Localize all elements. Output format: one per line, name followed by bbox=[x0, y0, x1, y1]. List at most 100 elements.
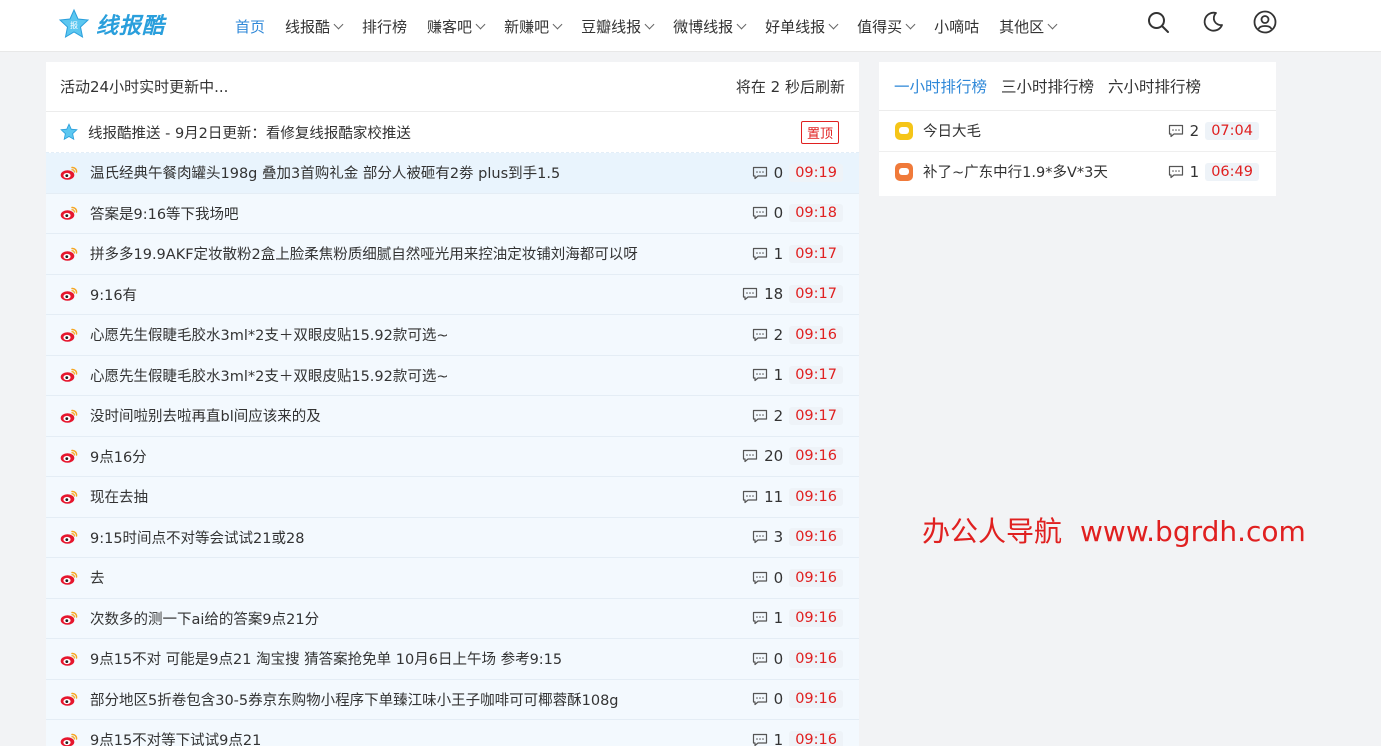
comment-icon bbox=[752, 652, 767, 665]
comment-icon bbox=[752, 531, 767, 544]
list-item[interactable]: 没时间啦别去啦再直bl间应该来的及 2 09:17 bbox=[46, 396, 859, 437]
comment-count: 0 bbox=[752, 164, 783, 182]
comment-count: 2 bbox=[752, 326, 783, 344]
nav-item-label: 值得买 bbox=[857, 17, 903, 36]
comment-count: 0 bbox=[752, 568, 784, 587]
nav-item-label: 线报酷 bbox=[285, 17, 331, 36]
moon-icon[interactable] bbox=[1201, 10, 1225, 34]
comment-icon bbox=[1168, 165, 1183, 178]
post-time: 09:16 bbox=[789, 325, 843, 344]
site-logo[interactable]: 报 线报酷 bbox=[58, 6, 165, 42]
ranking-item-title[interactable]: 补了~广东中行1.9*多V*3天 bbox=[923, 161, 1168, 182]
comment-icon bbox=[752, 328, 767, 341]
pinned-title[interactable]: 线报酷推送 - 9月2日更新：看修复线报酷家校推送 bbox=[88, 122, 801, 143]
nav-item-0[interactable]: 首页 bbox=[235, 16, 265, 37]
list-item[interactable]: 9:15时间点不对等会试试21或28 3 09:16 bbox=[46, 517, 859, 558]
list-item-title[interactable]: 次数多的测一下ai给的答案9点21分 bbox=[90, 608, 752, 629]
list-item-title[interactable]: 温氏经典午餐肉罐头198g 叠加3首购礼金 部分人被砸有2劵 plus到手1.5 bbox=[90, 162, 752, 183]
list-item-title[interactable]: 9点15不对等下试试9点21 bbox=[90, 729, 752, 746]
nav-item-label: 微博线报 bbox=[673, 17, 734, 36]
nav-item-7[interactable]: 好单线报 bbox=[765, 16, 839, 37]
feed-status-bar: 活动24小时实时更新中... 将在 2 秒后刷新 bbox=[46, 62, 859, 112]
post-time: 09:17 bbox=[789, 366, 843, 385]
comment-count: 0 bbox=[752, 690, 783, 708]
list-item-title[interactable]: 部分地区5折卷包含30-5券京东购物小程序下单臻江味小王子咖啡可可椰蓉酥108g bbox=[90, 689, 752, 710]
tab-ranking-1[interactable]: 三小时排行榜 bbox=[1001, 75, 1094, 97]
list-item[interactable]: 心愿先生假睫毛胶水3ml*2支＋双眼皮贴15.92款可选~ 2 09:16 bbox=[46, 315, 859, 356]
post-time: 07:04 bbox=[1205, 121, 1259, 140]
nav-item-6[interactable]: 微博线报 bbox=[673, 16, 747, 37]
ranking-list: 今日大毛 2 07:04 补了~广东中行1.9*多V*3天 1 06:49 bbox=[879, 111, 1276, 192]
comment-count-value: 11 bbox=[764, 487, 784, 506]
comment-icon bbox=[752, 247, 767, 260]
chevron-down-icon bbox=[552, 19, 563, 29]
nav-item-9[interactable]: 小嘀咕 bbox=[934, 16, 979, 37]
comment-icon bbox=[752, 166, 767, 179]
list-item[interactable]: 9:16有 18 09:17 bbox=[46, 274, 859, 315]
list-item[interactable]: 去 0 09:16 bbox=[46, 558, 859, 599]
nav-item-label: 豆瓣线报 bbox=[581, 17, 642, 36]
list-item[interactable]: 9点16分 20 09:16 bbox=[46, 436, 859, 477]
list-item-title[interactable]: 9:16有 bbox=[90, 284, 742, 305]
comment-icon bbox=[752, 612, 767, 625]
list-item-title[interactable]: 现在去抽 bbox=[90, 486, 742, 507]
nav-item-3[interactable]: 赚客吧 bbox=[427, 16, 486, 37]
list-item-title[interactable]: 9点15不对 可能是9点21 淘宝搜 猜答案抢免单 10月6日上午场 参考9:1… bbox=[90, 648, 752, 669]
post-time: 09:16 bbox=[789, 730, 843, 746]
list-item[interactable]: 现在去抽 11 09:16 bbox=[46, 477, 859, 518]
list-item-title[interactable]: 没时间啦别去啦再直bl间应该来的及 bbox=[90, 405, 752, 426]
chevron-down-icon bbox=[644, 19, 655, 29]
nav-item-8[interactable]: 值得买 bbox=[857, 16, 916, 37]
ranking-item[interactable]: 今日大毛 2 07:04 bbox=[879, 111, 1276, 152]
list-item[interactable]: 答案是9:16等下我场吧 0 09:18 bbox=[46, 193, 859, 234]
nav-item-2[interactable]: 排行榜 bbox=[362, 16, 407, 37]
list-item[interactable]: 部分地区5折卷包含30-5券京东购物小程序下单臻江味小王子咖啡可可椰蓉酥108g… bbox=[46, 679, 859, 720]
list-item[interactable]: 9点15不对 可能是9点21 淘宝搜 猜答案抢免单 10月6日上午场 参考9:1… bbox=[46, 639, 859, 680]
comment-count: 11 bbox=[742, 488, 783, 506]
nav-item-1[interactable]: 线报酷 bbox=[285, 16, 344, 37]
comment-icon bbox=[752, 571, 767, 584]
comment-count: 1 bbox=[752, 609, 783, 627]
comment-count-value: 0 bbox=[773, 568, 784, 587]
top-header: 报 线报酷 首页 线报酷 排行榜 赚客吧 新赚吧 豆瓣线报 微博线报 好单线报 值得买 小嘀咕 其他… bbox=[0, 0, 1381, 52]
list-item-title[interactable]: 心愿先生假睫毛胶水3ml*2支＋双眼皮贴15.92款可选~ bbox=[90, 324, 752, 345]
tab-ranking-0[interactable]: 一小时排行榜 bbox=[894, 75, 987, 97]
nav-item-10[interactable]: 其他区 bbox=[999, 16, 1058, 37]
list-item[interactable]: 温氏经典午餐肉罐头198g 叠加3首购礼金 部分人被砸有2劵 plus到手1.5… bbox=[46, 153, 859, 194]
comment-count-value: 2 bbox=[1189, 121, 1200, 140]
ranking-item[interactable]: 补了~广东中行1.9*多V*3天 1 06:49 bbox=[879, 152, 1276, 193]
comment-icon bbox=[743, 490, 758, 503]
list-item-title[interactable]: 拼多多19.9AKF定妆散粉2盒上脸柔焦粉质细腻自然哑光用来控油定妆铺刘海都可以… bbox=[90, 243, 752, 264]
list-item-title[interactable]: 答案是9:16等下我场吧 bbox=[90, 203, 752, 224]
nav-item-label: 好单线报 bbox=[765, 17, 826, 36]
logo-text: 线报酷 bbox=[96, 14, 166, 39]
comment-count: 2 bbox=[1168, 121, 1200, 140]
watermark: 办公人导航 www.bgrdh.com bbox=[922, 510, 1306, 550]
list-item-title[interactable]: 9:15时间点不对等会试试21或28 bbox=[90, 527, 752, 548]
post-time: 09:18 bbox=[789, 204, 843, 223]
user-icon[interactable] bbox=[1253, 10, 1277, 34]
list-item[interactable]: 拼多多19.9AKF定妆散粉2盒上脸柔焦粉质细腻自然哑光用来控油定妆铺刘海都可以… bbox=[46, 234, 859, 275]
nav-item-4[interactable]: 新赚吧 bbox=[504, 16, 563, 37]
list-item-title[interactable]: 心愿先生假睫毛胶水3ml*2支＋双眼皮贴15.92款可选~ bbox=[90, 365, 752, 386]
main-nav: 首页 线报酷 排行榜 赚客吧 新赚吧 豆瓣线报 微博线报 好单线报 值得买 小嘀咕 其他区 bbox=[235, 0, 1076, 52]
list-item[interactable]: 心愿先生假睫毛胶水3ml*2支＋双眼皮贴15.92款可选~ 1 09:17 bbox=[46, 355, 859, 396]
post-time: 09:19 bbox=[789, 163, 843, 182]
search-icon[interactable] bbox=[1146, 10, 1170, 34]
pinned-star-icon bbox=[60, 123, 78, 141]
post-time: 09:16 bbox=[789, 649, 843, 668]
comment-count: 20 bbox=[742, 447, 783, 465]
comment-count-value: 1 bbox=[773, 366, 784, 385]
post-time: 09:16 bbox=[789, 690, 843, 709]
pinned-item[interactable]: 线报酷推送 - 9月2日更新：看修复线报酷家校推送 置顶 bbox=[46, 112, 859, 153]
nav-item-5[interactable]: 豆瓣线报 bbox=[581, 16, 655, 37]
weibo-icon bbox=[60, 328, 78, 342]
comment-icon bbox=[752, 693, 767, 706]
list-item[interactable]: 9点15不对等下试试9点21 1 09:16 bbox=[46, 720, 859, 746]
list-item[interactable]: 次数多的测一下ai给的答案9点21分 1 09:16 bbox=[46, 598, 859, 639]
weibo-icon bbox=[60, 166, 78, 180]
list-item-title[interactable]: 9点16分 bbox=[90, 446, 742, 467]
ranking-item-title[interactable]: 今日大毛 bbox=[923, 120, 1168, 141]
list-item-title[interactable]: 去 bbox=[90, 567, 752, 588]
tab-ranking-2[interactable]: 六小时排行榜 bbox=[1108, 75, 1201, 97]
